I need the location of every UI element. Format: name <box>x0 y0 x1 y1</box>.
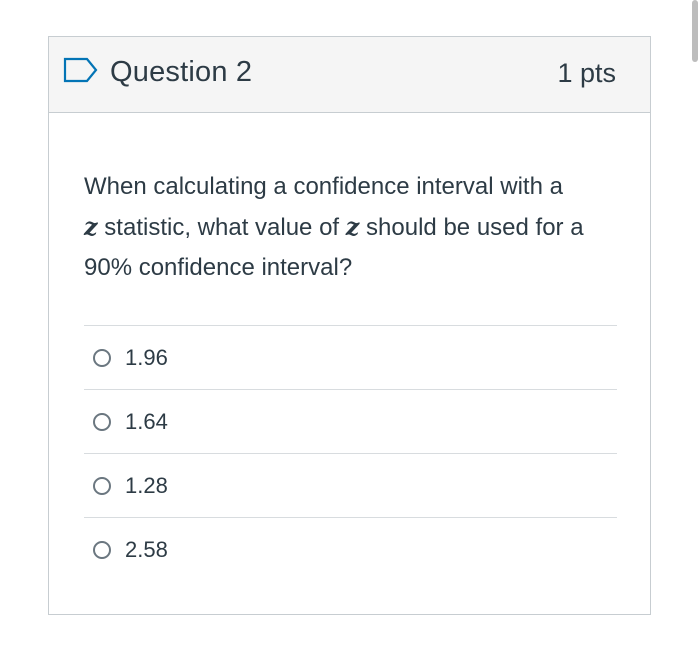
answer-option[interactable]: 2.58 <box>84 517 617 581</box>
question-card: Question 2 1 pts When calculating a conf… <box>48 36 651 615</box>
scrollbar-thumb[interactable] <box>692 0 698 62</box>
answer-option[interactable]: 1.64 <box>84 389 617 453</box>
flag-outline-icon[interactable] <box>63 57 99 83</box>
answer-option[interactable]: 1.96 <box>84 325 617 389</box>
question-text: When calculating a confidence interval w… <box>84 167 624 288</box>
answer-label[interactable]: 1.64 <box>125 409 168 435</box>
radio-button[interactable] <box>93 412 111 431</box>
z-variable: z <box>345 212 360 241</box>
question-text-part2: statistic, what value of <box>97 214 346 241</box>
radio-button[interactable] <box>93 540 111 559</box>
radio-button[interactable] <box>93 476 111 495</box>
question-text-part1: When calculating a confidence interval w… <box>84 173 563 200</box>
question-header: Question 2 1 pts <box>49 37 650 113</box>
answer-label[interactable]: 1.28 <box>125 473 168 499</box>
z-variable: z <box>84 212 98 241</box>
answer-label[interactable]: 2.58 <box>125 537 168 563</box>
question-points: 1 pts <box>557 58 616 88</box>
answer-list: 1.96 1.64 1.28 2.58 <box>84 325 617 581</box>
answer-label[interactable]: 1.96 <box>125 345 168 371</box>
answer-option[interactable]: 1.28 <box>84 453 617 517</box>
radio-button[interactable] <box>93 348 111 367</box>
question-title: Question 2 <box>110 56 253 88</box>
